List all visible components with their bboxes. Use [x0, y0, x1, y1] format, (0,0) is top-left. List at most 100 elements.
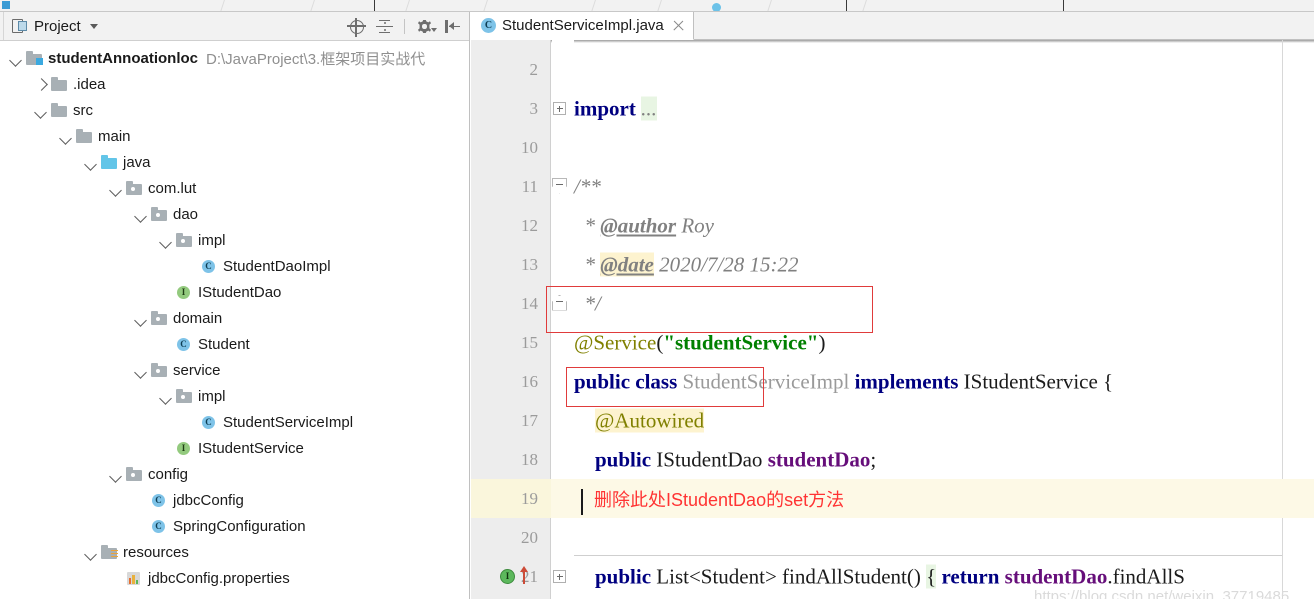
tree-node-label: Student [198, 335, 250, 353]
java-class-icon: C [176, 337, 193, 352]
tree-node-studentserviceimpl[interactable]: C StudentServiceImpl [0, 409, 469, 435]
fold-expand-icon[interactable] [553, 569, 566, 583]
code-token: ; [870, 447, 877, 471]
tree-node-com-lut[interactable]: com.lut [0, 175, 469, 201]
breadcrumb-strip[interactable] [0, 0, 1314, 12]
hide-panel-icon[interactable] [444, 18, 461, 35]
tree-node--idea[interactable]: .idea [0, 71, 469, 97]
breadcrumb-segment[interactable] [220, 0, 314, 11]
chevron-down-icon[interactable] [110, 468, 123, 481]
breadcrumb-segment[interactable] [310, 0, 409, 11]
line-number: 18 [521, 449, 538, 469]
tree-node-spacer [160, 442, 173, 455]
editor-tabbar: C StudentServiceImpl.java [471, 12, 1314, 40]
breadcrumb-segment[interactable] [591, 0, 661, 11]
line-number-cell: 16 [471, 362, 551, 401]
tree-node-label: studentAnnoationloc [48, 49, 198, 67]
tree-node-student[interactable]: C Student [0, 331, 469, 357]
chevron-down-icon[interactable] [160, 390, 173, 403]
properties-file-icon [126, 571, 143, 586]
chevron-down-icon[interactable] [10, 52, 23, 65]
tree-node-impl[interactable]: impl [0, 227, 469, 253]
chevron-down-icon[interactable] [89, 23, 98, 29]
breadcrumb-segment[interactable] [767, 0, 841, 11]
close-icon[interactable] [672, 19, 685, 32]
tree-node-java[interactable]: java [0, 149, 469, 175]
fold-collapse-icon[interactable] [552, 177, 567, 194]
locate-icon[interactable] [347, 17, 366, 37]
chevron-down-icon[interactable] [85, 156, 98, 169]
tree-node-dao[interactable]: dao [0, 201, 469, 227]
tree-node-label: .idea [73, 75, 106, 93]
tree-node-label: jdbcConfig.properties [148, 569, 290, 587]
tree-node-studentdaoimpl[interactable]: C StudentDaoImpl [0, 253, 469, 279]
line-number-cell: 2 [471, 50, 551, 89]
code-line-14[interactable]: 14 */ [471, 284, 1314, 323]
breadcrumb-segment[interactable] [483, 0, 595, 11]
package-icon [151, 311, 168, 326]
editor-tab-studentserviceimpl[interactable]: C StudentServiceImpl.java [471, 12, 694, 40]
code-editor[interactable]: 2 3 import ... 10 11/** 12 * @author Roy 13 * … [471, 40, 1314, 599]
java-class-icon: C [481, 18, 496, 33]
tree-node-spacer [160, 338, 173, 351]
code-token: @date [600, 252, 654, 276]
code-line-18[interactable]: 18 public IStudentDao studentDao; [471, 440, 1314, 479]
tree-node-impl[interactable]: impl [0, 383, 469, 409]
tree-node-config[interactable]: config [0, 461, 469, 487]
implemented-interface-icon[interactable]: I [500, 568, 515, 584]
code-line-11[interactable]: 11 /** [471, 167, 1314, 206]
line-number: 2 [529, 59, 539, 79]
resources-folder-icon [101, 545, 118, 560]
breadcrumb-segment[interactable] [405, 0, 487, 11]
chevron-down-icon[interactable] [85, 546, 98, 559]
java-class-icon: C [201, 415, 218, 430]
code-line-12[interactable]: 12 * @author Roy [471, 206, 1314, 245]
tree-node-istudentdao[interactable]: I IStudentDao [0, 279, 469, 305]
fold-expand-icon[interactable] [553, 101, 566, 115]
tree-node-jdbcconfig-properties[interactable]: jdbcConfig.properties [0, 565, 469, 591]
code-line-2[interactable]: 2 [471, 50, 1314, 89]
breadcrumb-class-icon [712, 3, 721, 11]
breadcrumb-tick [374, 0, 375, 11]
breadcrumb-segment[interactable] [862, 0, 1071, 11]
chevron-down-icon[interactable] [135, 364, 148, 377]
code-line-3[interactable]: 3 import ... [471, 89, 1314, 128]
java-class-icon: C [151, 519, 168, 534]
tree-node-istudentservice[interactable]: I IStudentService [0, 435, 469, 461]
chevron-down-icon[interactable] [135, 208, 148, 221]
code-line-10[interactable]: 10 [471, 128, 1314, 167]
tree-node-studentannoationloc[interactable]: studentAnnoationloc D:\JavaProject\3.框架项目… [0, 45, 469, 71]
tree-node-main[interactable]: main [0, 123, 469, 149]
tree-node-jdbcconfig[interactable]: CjdbcConfig [0, 487, 469, 513]
chevron-down-icon[interactable] [110, 182, 123, 195]
line-number-cell: 17 [471, 401, 551, 440]
code-line-20[interactable]: 20 [471, 518, 1314, 557]
window-accent-square [2, 1, 10, 9]
tree-node-spacer [185, 260, 198, 273]
tree-node-resources[interactable]: resources [0, 539, 469, 565]
tree-node-src[interactable]: src [0, 97, 469, 123]
code-line-13[interactable]: 13 * @date 2020/7/28 15:22 [471, 245, 1314, 284]
code-line-15[interactable]: 15 @Service("studentService") [471, 323, 1314, 362]
collapse-all-icon[interactable] [376, 18, 393, 35]
code-token: IStudentDao [656, 447, 768, 471]
fold-collapse-icon[interactable] [552, 294, 567, 311]
chevron-down-icon[interactable] [60, 130, 73, 143]
method-separator [574, 555, 1282, 556]
chevron-right-icon[interactable] [35, 78, 48, 91]
override-arrow-icon[interactable] [518, 565, 530, 584]
tree-node-domain[interactable]: domain [0, 305, 469, 331]
tree-node-label: dao [173, 205, 199, 223]
line-number: 15 [521, 332, 538, 352]
tree-node-springconfiguration[interactable]: C SpringConfiguration [0, 513, 469, 539]
code-line-17[interactable]: 17 @Autowired [471, 401, 1314, 440]
gear-icon[interactable] [416, 18, 437, 35]
code-line-16[interactable]: 16 public class StudentServiceImpl implem… [471, 362, 1314, 401]
chevron-down-icon[interactable] [160, 234, 173, 247]
code-line-19[interactable]: 19 删除此处IStudentDao的set方法 [471, 479, 1314, 518]
tree-node-service[interactable]: service [0, 357, 469, 383]
chevron-down-icon[interactable] [35, 104, 48, 117]
chevron-down-icon[interactable] [135, 312, 148, 325]
